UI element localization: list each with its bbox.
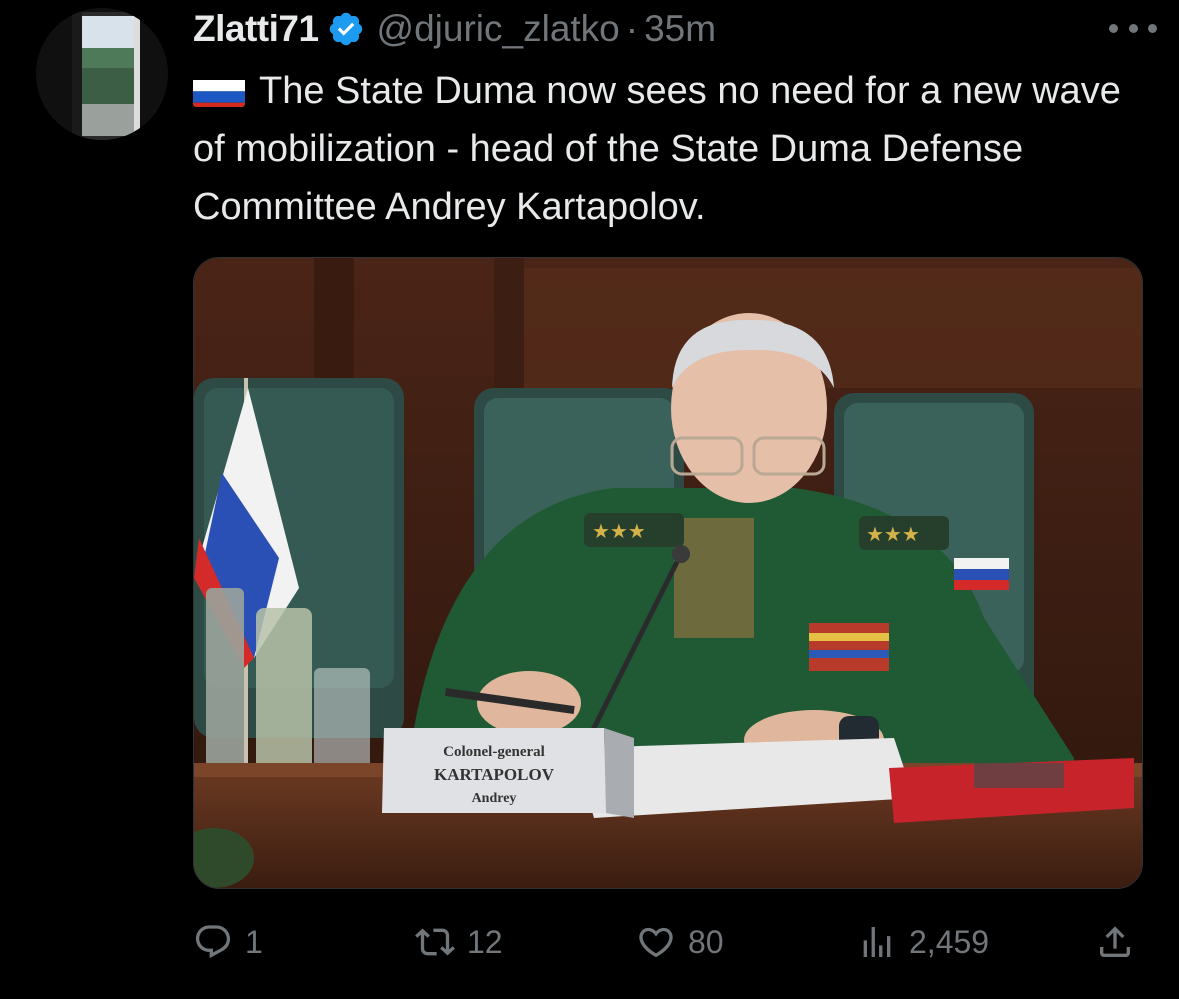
verified-badge-icon <box>327 10 365 48</box>
tweet-actions: 1 12 80 2,459 <box>193 912 1143 972</box>
like-count: 80 <box>688 923 724 960</box>
heart-icon <box>639 927 673 958</box>
like-button[interactable]: 80 <box>636 912 724 972</box>
views-button[interactable]: 2,459 <box>857 912 989 972</box>
separator-dot: · <box>625 8 639 49</box>
nameplate-rank: Colonel-general <box>443 744 545 760</box>
tweet-header: Zlatti71 @djuric_zlatko · 35m <box>193 4 716 54</box>
analytics-icon <box>863 927 891 957</box>
reply-count: 1 <box>245 923 263 960</box>
nameplate-firstname: Andrey <box>472 791 517 806</box>
retweet-icon <box>415 928 455 956</box>
retweet-button[interactable]: 12 <box>415 912 503 972</box>
author-name[interactable]: Zlatti71 <box>193 8 319 50</box>
svg-text:★★★: ★★★ <box>866 522 920 546</box>
share-button[interactable] <box>1095 912 1135 972</box>
tweet-text: The State Duma now sees no need for a ne… <box>193 62 1153 236</box>
share-icon <box>1100 926 1130 957</box>
tweet-body: The State Duma now sees no need for a ne… <box>193 70 1121 228</box>
author-handle[interactable]: @djuric_zlatko <box>377 8 620 50</box>
timestamp[interactable]: 35m <box>644 8 716 50</box>
reply-button[interactable]: 1 <box>193 912 263 972</box>
views-count: 2,459 <box>909 923 990 960</box>
more-options-icon[interactable] <box>1109 18 1157 38</box>
russia-flag-icon <box>193 73 245 107</box>
retweet-count: 12 <box>467 923 503 960</box>
avatar[interactable] <box>36 8 168 140</box>
svg-text:★★★: ★★★ <box>592 519 646 543</box>
tweet-photo[interactable]: ★★★ ★★★ Colonel-general KARTAPOLOV Andre… <box>193 257 1143 889</box>
reply-icon <box>195 925 231 959</box>
nameplate-surname: KARTAPOLOV <box>434 765 555 784</box>
